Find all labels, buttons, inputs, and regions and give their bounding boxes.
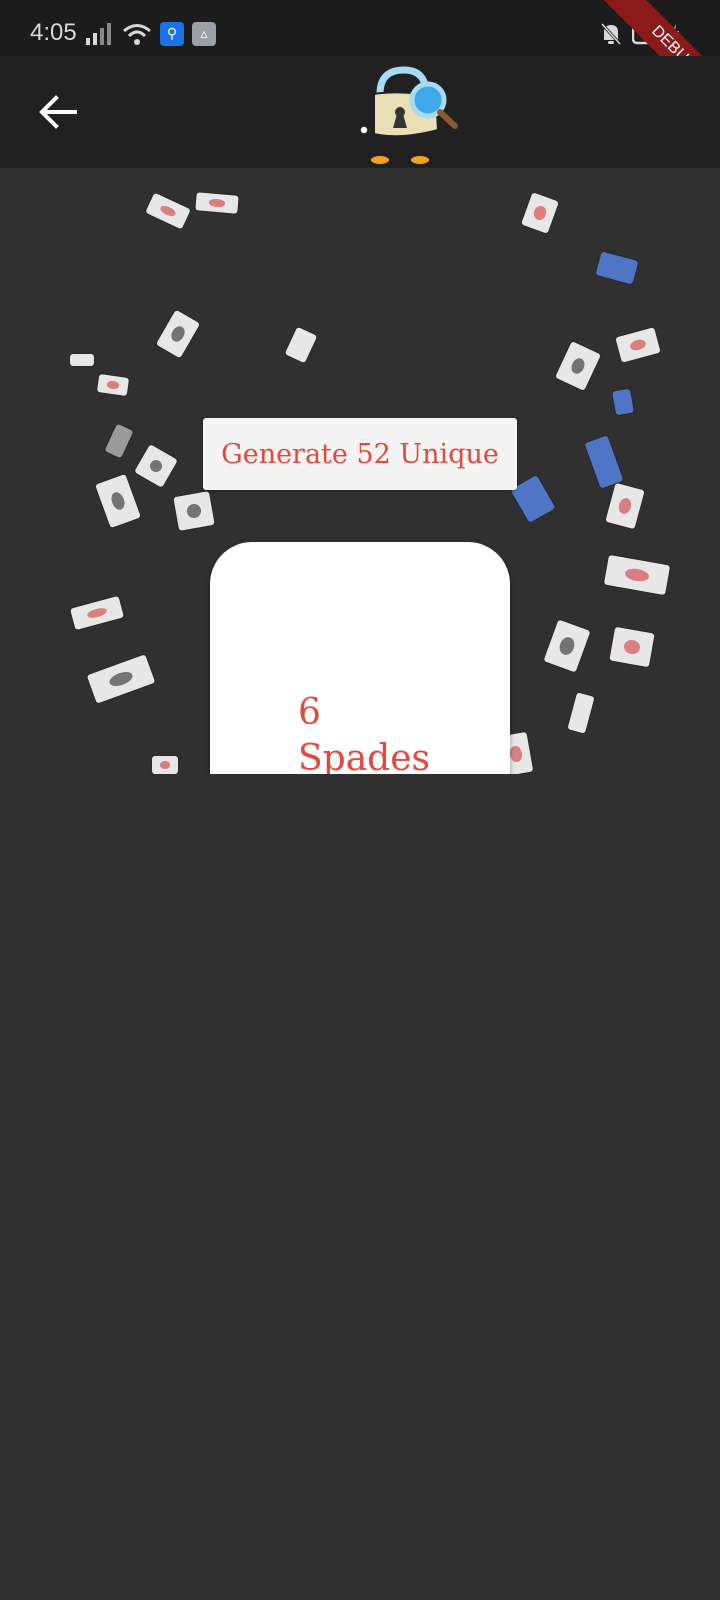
- usb-icon: ⚲: [160, 22, 184, 46]
- app-bar: [0, 56, 720, 168]
- flying-card: [104, 423, 134, 459]
- flying-card: [603, 554, 671, 596]
- status-icons-right: [600, 22, 680, 46]
- flying-card: [567, 692, 595, 734]
- status-bar: 4:05 ⚲ ▵: [0, 0, 720, 56]
- flying-card: [70, 595, 124, 631]
- flying-card: [95, 473, 141, 529]
- flying-card: [521, 192, 559, 234]
- card-rank: 6: [298, 692, 321, 733]
- flying-card: [155, 309, 201, 359]
- padlock-detective-mascot-icon: [360, 66, 458, 164]
- flying-card: [510, 475, 556, 523]
- bell-off-icon: [600, 22, 622, 46]
- wifi-icon: [123, 24, 151, 45]
- flying-card: [615, 327, 661, 363]
- flying-card: [134, 444, 178, 488]
- flying-card: [609, 626, 655, 668]
- flying-card: [543, 619, 591, 673]
- status-time: 4:05: [30, 19, 77, 46]
- generate-52-unique-button[interactable]: Generate 52 Unique: [203, 418, 517, 490]
- battery-charging-icon: [632, 23, 679, 45]
- flying-cards-background: Generate 52 Unique 6 Spades: [0, 168, 720, 774]
- flying-card: [284, 326, 318, 364]
- status-icons-left: ⚲ ▵: [86, 22, 216, 46]
- flying-card: [555, 341, 601, 391]
- flying-card: [173, 491, 215, 531]
- flying-card: [584, 435, 624, 489]
- signal-icon: [86, 23, 111, 45]
- app-notification-icon: ▵: [192, 22, 216, 46]
- flying-card: [152, 756, 178, 774]
- flying-card: [70, 354, 94, 366]
- card-suit: Spades: [298, 738, 430, 774]
- flying-card: [595, 251, 639, 285]
- playing-card: 6 Spades: [210, 542, 510, 774]
- flying-card: [145, 192, 191, 230]
- flying-card: [612, 388, 634, 416]
- flying-card: [96, 374, 130, 396]
- back-button[interactable]: [28, 82, 88, 142]
- arrow-left-icon: [39, 95, 77, 129]
- flying-card: [195, 192, 239, 214]
- flying-card: [605, 482, 645, 530]
- flying-card: [86, 654, 156, 704]
